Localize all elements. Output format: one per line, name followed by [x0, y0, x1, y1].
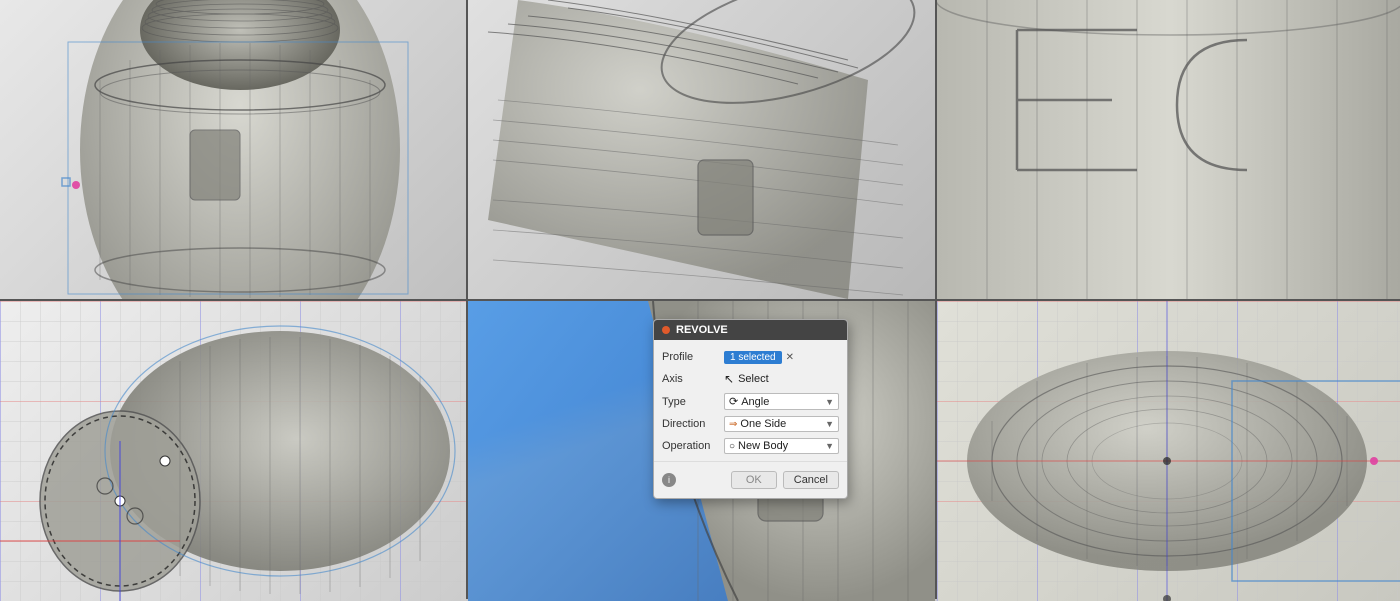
axis-select-text[interactable]: Select	[738, 373, 769, 385]
viewport-grid: REVOLVE Profile 1 selected ✕ Axis ↖ Sele	[0, 0, 1400, 599]
operation-label: Operation	[662, 440, 724, 452]
operation-dropdown-arrow-icon: ▼	[825, 441, 834, 451]
profile-value: 1 selected ✕	[724, 351, 839, 364]
type-label: Type	[662, 396, 724, 408]
info-icon[interactable]: i	[662, 473, 676, 487]
direction-dropdown[interactable]: ⇒ One Side ▼	[724, 416, 839, 432]
type-value: ⟳ Angle ▼	[724, 393, 839, 410]
direction-dropdown-arrow-icon: ▼	[825, 419, 834, 429]
profile-close-icon[interactable]: ✕	[786, 352, 794, 363]
viewport-top-center[interactable]	[468, 0, 935, 299]
dialog-row-axis: Axis ↖ Select	[654, 368, 847, 390]
viewport-top-left[interactable]	[0, 0, 466, 299]
cancel-button[interactable]: Cancel	[783, 471, 839, 489]
axis-label: Axis	[662, 373, 724, 385]
direction-icon: ⇒	[729, 419, 737, 430]
profile-badge[interactable]: 1 selected	[724, 351, 782, 364]
revolve-dialog: REVOLVE Profile 1 selected ✕ Axis ↖ Sele	[653, 319, 848, 499]
ok-button[interactable]: OK	[731, 471, 777, 489]
angle-icon: ⟳	[729, 395, 738, 408]
dialog-row-type: Type ⟳ Angle ▼	[654, 390, 847, 413]
dialog-row-profile: Profile 1 selected ✕	[654, 346, 847, 368]
dialog-header-dot	[662, 326, 670, 334]
direction-label: Direction	[662, 418, 724, 430]
viewport-bottom-left[interactable]	[0, 301, 466, 601]
operation-dropdown-text: New Body	[738, 440, 788, 452]
type-dropdown-arrow-icon: ▼	[825, 397, 834, 407]
dialog-separator	[654, 461, 847, 462]
direction-value: ⇒ One Side ▼	[724, 416, 839, 432]
axis-value[interactable]: ↖ Select	[724, 372, 839, 386]
dialog-footer: i OK Cancel	[654, 466, 847, 494]
viewport-bottom-right[interactable]	[937, 301, 1400, 601]
profile-label: Profile	[662, 351, 724, 363]
dialog-row-operation: Operation ○ New Body ▼	[654, 435, 847, 457]
operation-value: ○ New Body ▼	[724, 438, 839, 454]
type-dropdown-text: Angle	[741, 396, 769, 408]
dialog-body: Profile 1 selected ✕ Axis ↖ Select	[654, 340, 847, 498]
dialog-title: REVOLVE	[676, 324, 728, 336]
operation-icon: ○	[729, 441, 735, 452]
dialog-header: REVOLVE	[654, 320, 847, 340]
type-dropdown[interactable]: ⟳ Angle ▼	[724, 393, 839, 410]
dialog-row-direction: Direction ⇒ One Side ▼	[654, 413, 847, 435]
cursor-icon: ↖	[724, 372, 734, 386]
viewport-bottom-center[interactable]: REVOLVE Profile 1 selected ✕ Axis ↖ Sele	[468, 301, 935, 601]
viewport-top-right[interactable]	[937, 0, 1400, 299]
direction-dropdown-text: One Side	[740, 418, 786, 430]
operation-dropdown[interactable]: ○ New Body ▼	[724, 438, 839, 454]
